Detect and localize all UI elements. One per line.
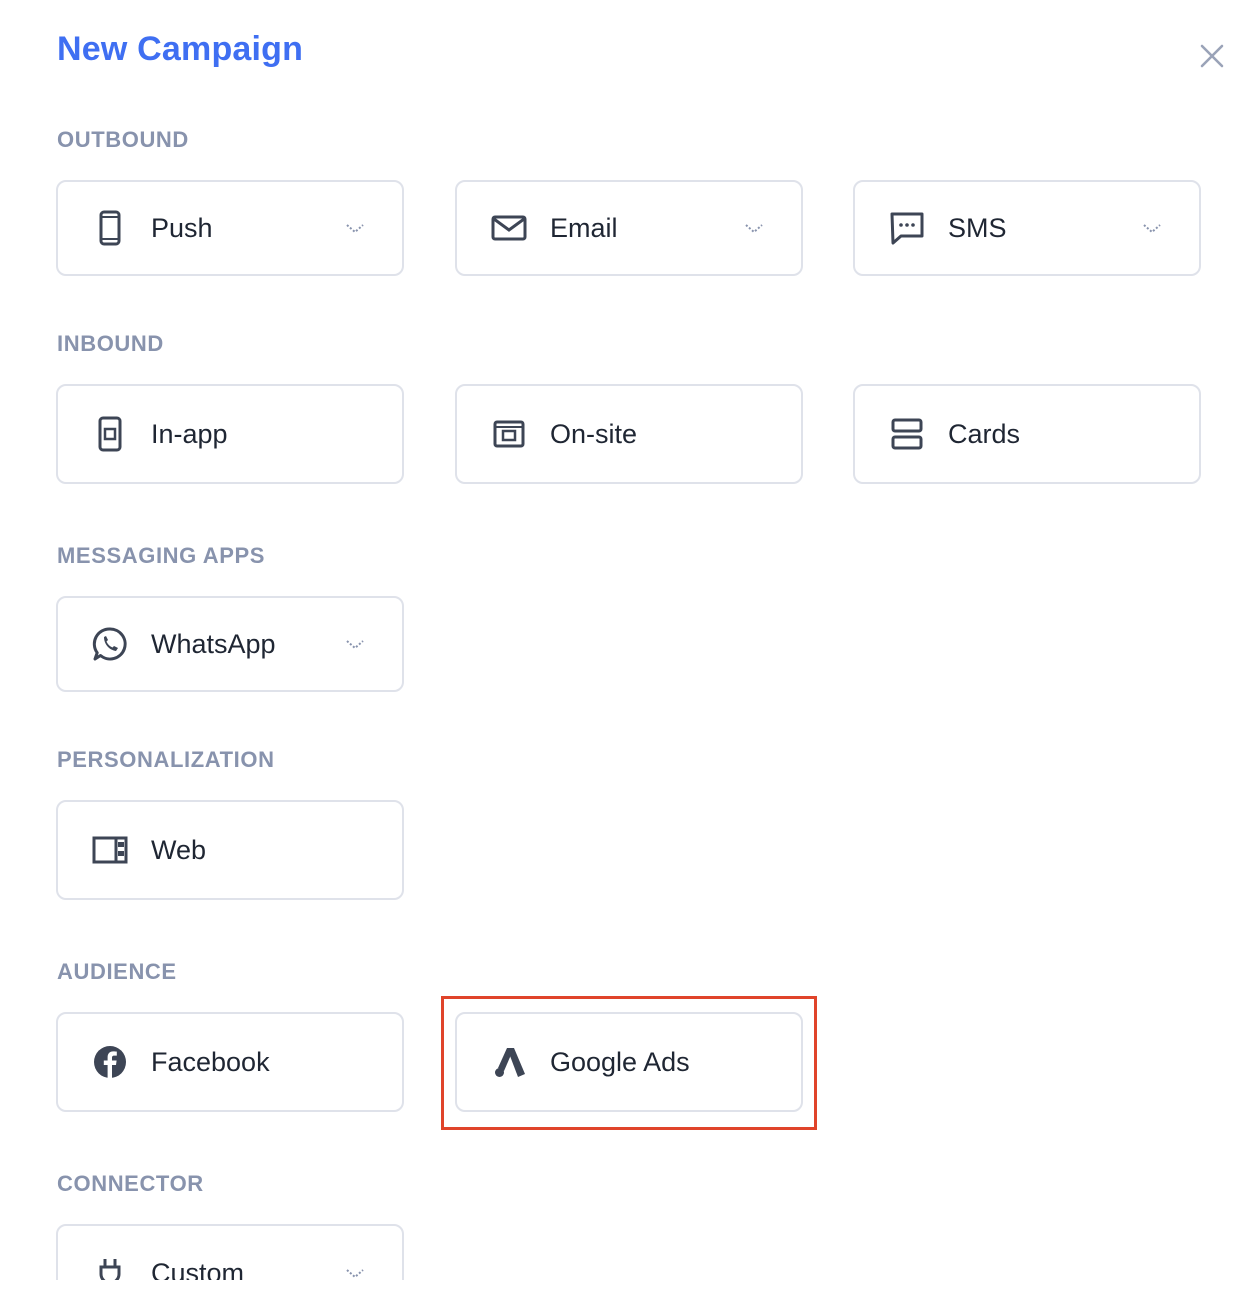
phone-icon [92,210,128,246]
campaign-option-label: SMS [948,212,1007,243]
section-label-connector: CONNECTOR [57,1171,204,1196]
campaign-option-cards[interactable]: Cards [853,384,1201,484]
campaign-option-label: In-app [151,418,228,449]
chevron-down-icon [1143,224,1161,234]
campaign-option-label: Custom [151,1258,245,1280]
chevron-down-icon [346,640,364,650]
new-campaign-modal: New Campaign OUTBOUND Push Email SMS INB… [0,0,1260,1304]
chevron-down-icon [346,224,364,234]
web-layout-icon [92,832,128,868]
section-label-inbound: INBOUND [57,331,164,356]
campaign-option-google-ads[interactable]: Google Ads [455,1012,803,1112]
section-label-audience: AUDIENCE [57,959,177,984]
campaign-option-label: Web [151,834,207,865]
campaign-option-email[interactable]: Email [455,180,803,276]
campaign-option-label: Google Ads [550,1046,690,1077]
campaign-option-whatsapp[interactable]: WhatsApp [56,596,404,692]
campaign-option-label: On-site [550,418,638,449]
section-label-outbound: OUTBOUND [57,127,189,152]
section-label-personalization: PERSONALIZATION [57,747,275,772]
close-button[interactable] [1196,40,1228,72]
campaign-option-label: Push [151,212,213,243]
facebook-icon [92,1044,128,1080]
campaign-option-custom[interactable]: Custom [56,1224,404,1280]
plug-icon [92,1256,128,1280]
google-ads-icon [491,1044,527,1080]
envelope-icon [491,210,527,246]
campaign-option-label: Cards [948,418,1021,449]
campaign-option-web[interactable]: Web [56,800,404,900]
campaign-option-push[interactable]: Push [56,180,404,276]
campaign-option-label: Email [550,212,618,243]
campaign-option-sms[interactable]: SMS [853,180,1201,276]
in-app-icon [92,416,128,452]
section-label-messaging-apps: MESSAGING APPS [57,543,266,568]
cards-icon [889,416,925,452]
campaign-option-label: WhatsApp [151,628,276,659]
chevron-down-icon [346,1269,364,1279]
browser-window-icon [491,416,527,452]
whatsapp-icon [92,626,128,662]
campaign-option-label: Facebook [151,1046,270,1077]
chevron-down-icon [745,224,763,234]
chat-bubble-icon [889,210,925,246]
modal-title: New Campaign [57,30,304,68]
campaign-option-on-site[interactable]: On-site [455,384,803,484]
close-icon [1200,44,1224,68]
campaign-option-facebook[interactable]: Facebook [56,1012,404,1112]
connector-clip: Custom [0,1224,1260,1280]
campaign-option-in-app[interactable]: In-app [56,384,404,484]
